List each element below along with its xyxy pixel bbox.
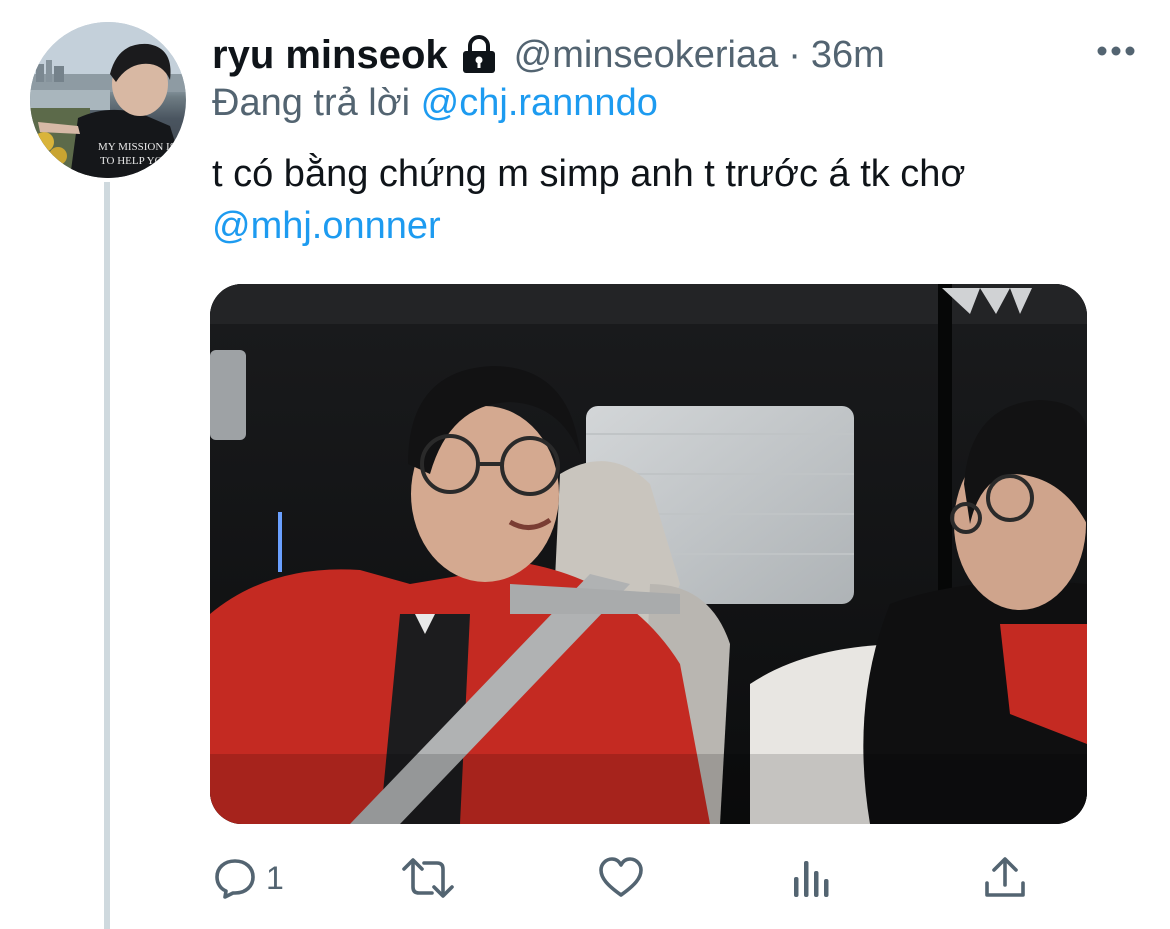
heart-icon	[597, 855, 645, 901]
retweet-icon	[400, 855, 456, 901]
tweet-actions-bar: 1	[212, 852, 1042, 904]
svg-text:MY MISSION IS: MY MISSION IS	[98, 141, 176, 153]
analytics-button[interactable]	[790, 852, 834, 904]
display-name[interactable]: ryu minseok	[212, 33, 448, 78]
reply-bubble-icon	[212, 855, 258, 901]
lock-icon	[460, 35, 498, 75]
replying-to-label: Đang trả lời	[212, 82, 411, 124]
replying-to-line: Đang trả lời @chj.rannndo	[212, 82, 658, 125]
thread-connector-line	[104, 182, 110, 929]
share-button[interactable]	[982, 852, 1028, 904]
avatar-photo: MY MISSION IS TO HELP YOU	[30, 22, 186, 178]
tweet-body-text: t có bằng chứng m simp anh t trước á tk …	[212, 153, 966, 195]
timestamp[interactable]: 36m	[811, 34, 885, 77]
more-horizontal-icon[interactable]	[1096, 44, 1136, 56]
retweet-button[interactable]	[400, 852, 456, 904]
reply-count: 1	[266, 859, 284, 896]
user-handle[interactable]: @minseokeriaa	[514, 34, 779, 77]
replying-to-mention[interactable]: @chj.rannndo	[421, 82, 658, 124]
avatar[interactable]: MY MISSION IS TO HELP YOU	[30, 22, 186, 178]
like-button[interactable]	[597, 852, 645, 904]
analytics-bars-icon	[790, 855, 834, 901]
separator-dot: ·	[788, 33, 801, 76]
tweet-text: t có bằng chứng m simp anh t trước á tk …	[212, 148, 1112, 252]
tweet-media-image[interactable]	[210, 284, 1087, 824]
tweet-mention-link[interactable]: @mhj.onnner	[212, 200, 1112, 252]
media-photo	[210, 284, 1087, 824]
share-upload-icon	[982, 855, 1028, 901]
svg-text:TO HELP YOU: TO HELP YOU	[100, 155, 171, 167]
reply-button[interactable]: 1	[212, 852, 284, 904]
tweet-header: ryu minseok @minseokeriaa · 36m	[212, 28, 885, 82]
